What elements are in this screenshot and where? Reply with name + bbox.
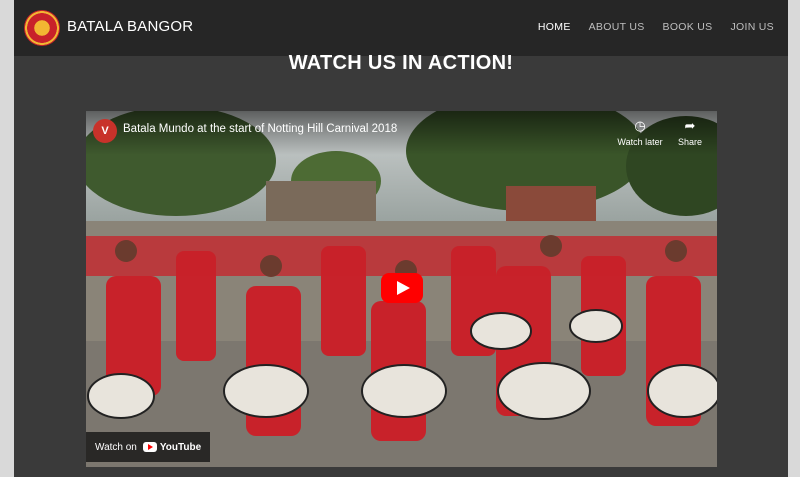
logo-icon[interactable] xyxy=(24,10,60,46)
main-nav: HOME ABOUT US BOOK US JOIN US xyxy=(538,21,774,33)
share-button[interactable]: ➦ Share xyxy=(667,118,713,148)
watch-on-youtube-button[interactable]: Watch on YouTube xyxy=(86,432,211,462)
watch-later-button[interactable]: ◷ Watch later xyxy=(617,118,663,148)
video-embed[interactable]: V Batala Mundo at the start of Notting H… xyxy=(86,111,717,467)
section-heading: WATCH US IN ACTION! xyxy=(288,52,514,74)
clock-icon: ◷ xyxy=(634,118,646,133)
nav-home[interactable]: HOME xyxy=(538,21,571,33)
nav-about-us[interactable]: ABOUT US xyxy=(589,21,645,33)
navbar: BATALA BANGOR HOME ABOUT US BOOK US JOIN… xyxy=(14,0,788,56)
share-arrow-icon: ➦ xyxy=(684,118,696,133)
watch-later-label: Watch later xyxy=(617,137,663,147)
share-label: Share xyxy=(677,137,703,147)
youtube-play-icon xyxy=(142,442,157,452)
nav-join-us[interactable]: JOIN US xyxy=(730,21,774,33)
video-top-bar: V Batala Mundo at the start of Notting H… xyxy=(86,111,717,155)
video-drummers xyxy=(86,235,717,441)
youtube-logo: YouTube xyxy=(142,441,202,453)
watch-on-label: Watch on xyxy=(95,441,137,453)
site-name[interactable]: BATALA BANGOR xyxy=(67,18,193,35)
play-button[interactable] xyxy=(381,273,423,303)
platform-label: YouTube xyxy=(159,441,202,453)
video-title[interactable]: Batala Mundo at the start of Notting Hil… xyxy=(123,123,397,135)
channel-avatar[interactable]: V xyxy=(93,119,117,143)
nav-book-us[interactable]: BOOK US xyxy=(663,21,713,33)
